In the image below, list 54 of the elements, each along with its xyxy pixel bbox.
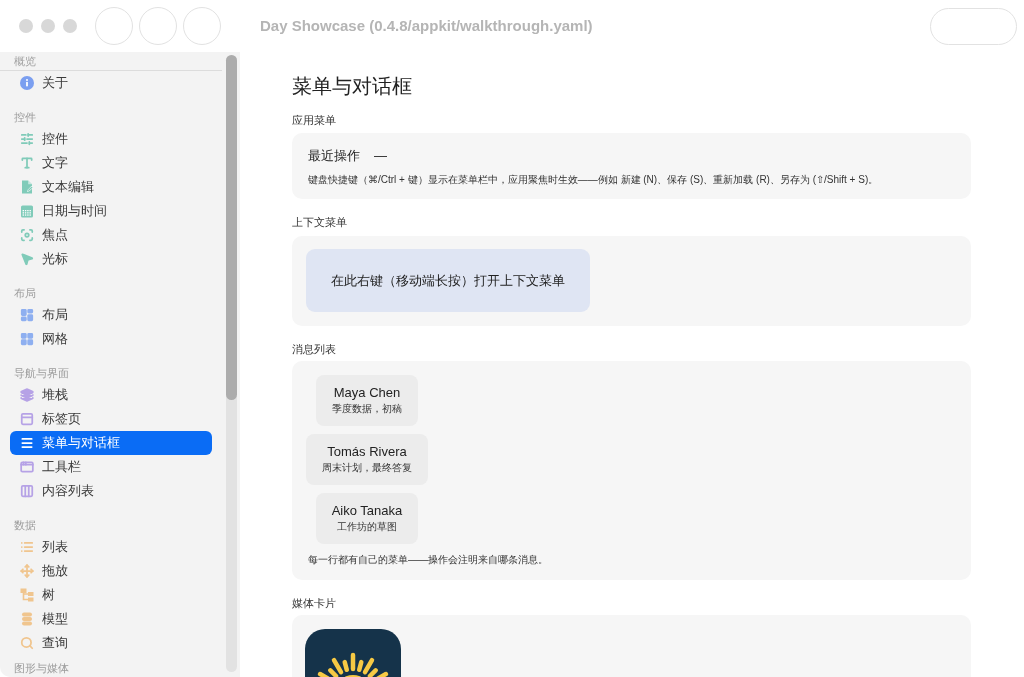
sidebar-item[interactable]: 工具栏 — [10, 455, 212, 479]
sidebar-section-header: 图形与媒体 — [13, 661, 70, 675]
minimize-button[interactable] — [41, 19, 55, 33]
section-label: 应用菜单 — [292, 113, 337, 127]
sidebar-section-header: 数据 — [13, 518, 37, 532]
sender-name: Tomás Rivera — [327, 443, 407, 461]
recent-action-value: — — [374, 147, 387, 165]
page-title: 菜单与对话框 — [292, 74, 413, 99]
sender-name: Maya Chen — [333, 384, 401, 402]
pill-toolbar-button[interactable] — [930, 7, 1017, 45]
sidebar-item[interactable]: 焦点 — [10, 223, 212, 247]
sidebar-section-header: 控件 — [13, 110, 37, 124]
message-subject: 周末计划，最终答复 — [322, 461, 412, 475]
round-toolbar-button[interactable] — [95, 7, 133, 45]
sidebar-item[interactable]: 堆栈 — [10, 383, 212, 407]
sidebar-item[interactable]: 布局 — [10, 303, 212, 327]
sidebar-item[interactable]: 模型 — [10, 607, 212, 631]
sidebar-item[interactable]: 关于 — [10, 71, 212, 95]
message-item[interactable]: Tomás Rivera 周末计划，最终答复 — [306, 434, 428, 485]
sidebar-item[interactable]: 菜单与对话框 — [10, 431, 212, 455]
message-subject: 季度数据，初稿 — [332, 402, 402, 416]
sidebar-item[interactable]: 控件 — [10, 127, 212, 151]
sidebar-item[interactable]: 光标 — [10, 247, 212, 271]
sidebar-item[interactable]: 网格 — [10, 327, 212, 351]
sidebar-section-header: 导航与界面 — [13, 366, 70, 380]
sidebar-section-header: 布局 — [13, 286, 37, 300]
message-subject: 工作坊的草图 — [337, 520, 397, 534]
sidebar-item[interactable]: 标签页 — [10, 407, 212, 431]
sidebar-item[interactable]: 拖放 — [10, 559, 212, 583]
sidebar-item[interactable]: 查询 — [10, 631, 212, 655]
scrollbar-thumb[interactable] — [226, 55, 237, 400]
sidebar-item[interactable]: 文字 — [10, 151, 212, 175]
window-title: Day Showcase (0.4.8/appkit/walkthrough.yaml) — [260, 15, 593, 36]
section-label: 上下文菜单 — [292, 215, 348, 229]
sidebar-item[interactable]: 树 — [10, 583, 212, 607]
sender-name: Aiko Tanaka — [331, 502, 403, 520]
section-label: 消息列表 — [292, 342, 337, 356]
sidebar-item[interactable]: 内容列表 — [10, 479, 212, 503]
recent-action-label: 最近操作 — [308, 147, 360, 165]
section-label: 媒体卡片 — [292, 596, 337, 610]
message-item[interactable]: Maya Chen 季度数据，初稿 — [316, 375, 418, 426]
sidebar-item[interactable]: 日期与时间 — [10, 199, 212, 223]
sidebar-item[interactable]: 文本编辑 — [10, 175, 212, 199]
round-toolbar-button[interactable] — [183, 7, 221, 45]
round-toolbar-button[interactable] — [139, 7, 177, 45]
message-list-note: 每一行都有自己的菜单——操作会注明来自哪条消息。 — [307, 553, 549, 567]
menu-icon — [20, 436, 34, 450]
context-menu-target[interactable]: 在此右键（移动端长按）打开上下文菜单 — [306, 249, 590, 312]
close-button[interactable] — [19, 19, 33, 33]
sidebar-section-header: 概览 — [13, 54, 37, 68]
sidebar-item[interactable]: 列表 — [10, 535, 212, 559]
shortcut-note: 键盘快捷键（⌘/Ctrl + 键）显示在菜单栏中，应用聚焦时生效——例如 新建 (N)、保存 (S)、重新加载 (R)、另存为 (⇧/Shift + S)。 — [308, 173, 880, 187]
zoom-button[interactable] — [63, 19, 77, 33]
message-item[interactable]: Aiko Tanaka 工作坊的草图 — [315, 493, 419, 544]
